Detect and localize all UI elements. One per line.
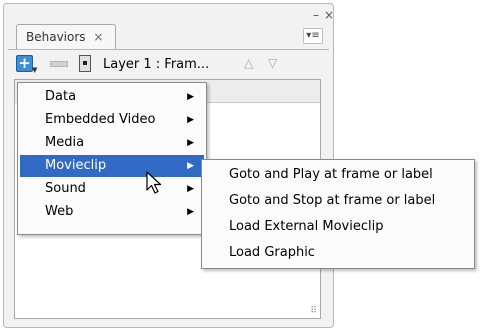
add-behavior-icon[interactable]: + [16,55,33,72]
add-dropdown-arrow-icon: ▼ [32,66,38,74]
menu-item-data[interactable]: Data ▶ [20,86,204,108]
menu-item-media[interactable]: Media ▶ [20,132,204,154]
submenu-item-load-external-movieclip[interactable]: Load External Movieclip [204,214,472,240]
submenu-arrow-icon: ▶ [187,207,194,217]
menu-item-label: Embedded Video [45,112,156,127]
menu-item-label: Sound [45,181,86,196]
target-label: Layer 1 : Fram... [103,57,210,72]
menu-item-label: Web [45,204,74,219]
submenu-item-goto-and-stop[interactable]: Goto and Stop at frame or label [204,188,472,214]
minimize-button[interactable]: – [313,8,319,22]
menu-item-label: Data [45,89,77,104]
submenu-arrow-icon: ▶ [187,184,194,194]
submenu-arrow-icon: ▶ [187,138,194,148]
submenu-item-label: Load Graphic [229,245,315,260]
menu-item-sound[interactable]: Sound ▶ [20,178,204,200]
tab-behaviors[interactable]: Behaviors × [16,24,116,50]
menu-item-web[interactable]: Web ▶ [20,201,204,223]
submenu-arrow-icon: ▶ [187,115,194,125]
submenu-item-label: Load External Movieclip [229,219,384,234]
movieclip-submenu: Goto and Play at frame or label Goto and… [201,159,475,269]
close-panel-button[interactable]: × [324,8,334,22]
mouse-pointer-icon [146,171,162,194]
submenu-arrow-icon: ▶ [187,92,194,102]
resize-grip-icon[interactable]: ⠿ [310,306,317,316]
menu-item-label: Movieclip [45,158,107,173]
submenu-item-load-graphic[interactable]: Load Graphic [204,240,472,266]
submenu-item-label: Goto and Play at frame or label [229,167,433,182]
behavior-category-menu: Data ▶ Embedded Video ▶ Media ▶ Moviecli… [17,82,207,235]
menu-item-embedded-video[interactable]: Embedded Video ▶ [20,109,204,131]
menu-item-label: Media [45,135,85,150]
move-up-icon[interactable]: △ [244,56,253,70]
behaviors-toolbar: + ▼ Layer 1 : Fram... △ ▽ [16,54,321,76]
menu-item-movieclip[interactable]: Movieclip ▶ [20,155,204,177]
submenu-arrow-icon: ▶ [187,161,194,171]
panel-menu-button[interactable]: ▾≡ [303,28,323,44]
delete-behavior-icon[interactable] [50,61,68,67]
tab-close-icon[interactable]: × [93,30,103,44]
tab-label: Behaviors [26,30,86,44]
move-down-icon[interactable]: ▽ [268,56,277,70]
submenu-item-goto-and-play[interactable]: Goto and Play at frame or label [204,162,472,188]
submenu-item-label: Goto and Stop at frame or label [229,193,436,208]
tab-bar-divider [8,49,329,50]
event-target-icon [79,55,91,72]
